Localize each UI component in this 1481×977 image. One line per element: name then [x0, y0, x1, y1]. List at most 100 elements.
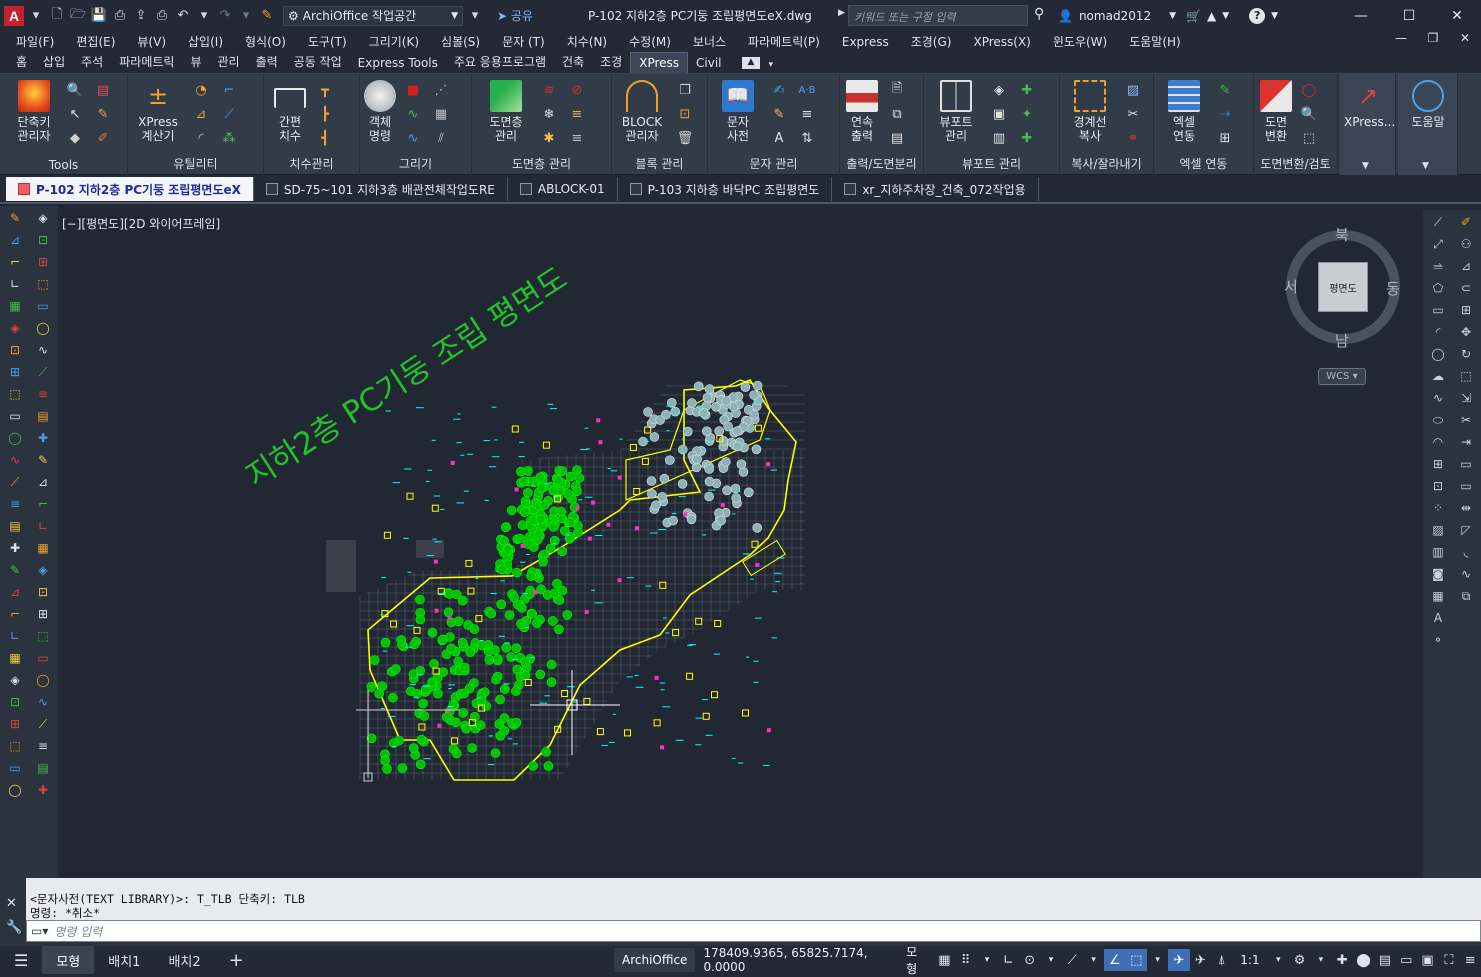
- layout-menu-icon[interactable]: ☰: [0, 946, 42, 974]
- split-page-icon[interactable]: ⧉: [886, 104, 908, 124]
- tab-express-tools[interactable]: Express Tools: [350, 53, 446, 73]
- autodesk-app-icon[interactable]: ▲: [1207, 9, 1216, 23]
- menu-bonus[interactable]: 보너스: [693, 33, 735, 50]
- left-a-tool-8-icon[interactable]: ⊞: [4, 362, 26, 382]
- tab-layout1[interactable]: 배치1: [94, 946, 154, 974]
- help-button[interactable]: 도움말: [1406, 80, 1450, 129]
- annotation-visibility-icon[interactable]: ✈: [1168, 949, 1190, 971]
- excel-edit-icon[interactable]: ✎: [1214, 80, 1236, 100]
- status-coordinates[interactable]: 178409.9365, 65825.7174, 0.0000: [695, 946, 898, 974]
- menu-symbol[interactable]: 심볼(S): [441, 33, 489, 50]
- menu-tools[interactable]: 도구(T): [308, 33, 356, 50]
- annotation-monitor-icon[interactable]: ✚: [1332, 949, 1353, 971]
- revcloud-icon[interactable]: ☁: [1427, 366, 1449, 386]
- left-a-tool-3-icon[interactable]: ⌐: [4, 252, 26, 272]
- menu-insert[interactable]: 삽입(I): [188, 33, 232, 50]
- left-a-tool-16-icon[interactable]: ✚: [4, 538, 26, 558]
- viewcube-north[interactable]: 북: [1335, 224, 1349, 245]
- hatch-icon[interactable]: ▨: [1427, 520, 1449, 540]
- measure-icon[interactable]: ⊿: [190, 104, 212, 124]
- trim-icon[interactable]: ✂: [1455, 410, 1477, 430]
- polyline-icon[interactable]: ⌐: [218, 80, 240, 100]
- explode-icon[interactable]: ⧉: [1455, 586, 1477, 606]
- ellipse-icon[interactable]: ⬭: [1427, 410, 1449, 430]
- hatch-icon[interactable]: ▦: [430, 104, 452, 124]
- menu-dimension[interactable]: 치수(N): [567, 33, 616, 50]
- user-account[interactable]: 👤 nomad2012 ▼ 🛒 ▲ ▼ ? ▼: [1058, 8, 1278, 24]
- left-b-tool-23-icon[interactable]: ∿: [32, 692, 54, 712]
- boundary-copy-button[interactable]: 경계선 복사: [1068, 80, 1112, 143]
- command-prompt-icon[interactable]: ▭▾: [31, 924, 48, 938]
- excel-export-icon[interactable]: ⇢: [1214, 104, 1236, 124]
- pencil-icon[interactable]: ✎: [92, 104, 114, 124]
- tab-landscape[interactable]: 조경: [592, 50, 630, 73]
- redo-icon[interactable]: ↷: [216, 7, 234, 25]
- drawing-convert-button[interactable]: 도면 변환: [1254, 80, 1298, 143]
- network-icon[interactable]: ⁂: [218, 128, 240, 148]
- file-tab-ablock[interactable]: ABLOCK-01: [508, 177, 618, 201]
- stretch-icon[interactable]: ⇲: [1455, 388, 1477, 408]
- mirror-icon[interactable]: ⊿: [1455, 256, 1477, 276]
- lock-ui-icon[interactable]: ▭: [1396, 949, 1417, 971]
- line-dim-icon[interactable]: ⟋: [218, 104, 240, 124]
- left-a-tool-1-icon[interactable]: ✎: [4, 208, 26, 228]
- layer-lock-icon[interactable]: ≡: [566, 104, 588, 124]
- tab-view[interactable]: 뷰: [182, 50, 209, 73]
- file-tab-p102[interactable]: P-102 지하2층 PC기둥 조립평면도eX: [6, 177, 254, 201]
- menu-format[interactable]: 형식(O): [245, 33, 295, 50]
- menu-text[interactable]: 문자 (T): [502, 33, 554, 50]
- line-icon[interactable]: ⟋: [1427, 212, 1449, 232]
- drawing-svg[interactable]: 지하2층 PC기둥 조립 평면도: [60, 210, 1421, 878]
- block-delete-icon[interactable]: 🗑: [674, 128, 696, 148]
- chevron-down-icon[interactable]: ▼: [1422, 161, 1429, 171]
- left-a-tool-10-icon[interactable]: ▭: [4, 406, 26, 426]
- dim-aligned-icon[interactable]: ┣: [314, 104, 336, 124]
- left-a-tool-5-icon[interactable]: ▦: [4, 296, 26, 316]
- customize-toolbar-icon[interactable]: ▾: [466, 7, 484, 25]
- chamfer-icon[interactable]: ◸: [1455, 520, 1477, 540]
- close-button[interactable]: ✕: [1433, 0, 1481, 31]
- block-edit-icon[interactable]: ⊡: [674, 104, 696, 124]
- status-app-name[interactable]: ArchiOffice: [614, 948, 696, 972]
- print-icon[interactable]: ⎙: [153, 7, 171, 25]
- left-b-tool-15-icon[interactable]: ∟: [32, 516, 54, 536]
- undo-dropdown-icon[interactable]: ▾: [195, 7, 213, 25]
- object-snap-tracking-icon[interactable]: ∠: [1104, 949, 1126, 971]
- left-b-tool-18-icon[interactable]: ⊡: [32, 582, 54, 602]
- left-a-tool-26-icon[interactable]: ▭: [4, 758, 26, 778]
- copy-icon[interactable]: ⚇: [1455, 234, 1477, 254]
- left-b-tool-25-icon[interactable]: ≡: [32, 736, 54, 756]
- customize-menu-icon[interactable]: ≡: [1460, 949, 1481, 971]
- left-a-tool-11-icon[interactable]: ◯: [4, 428, 26, 448]
- fullscreen-icon[interactable]: ⛶: [1438, 949, 1459, 971]
- left-b-tool-12-icon[interactable]: ✎: [32, 450, 54, 470]
- fillet-icon[interactable]: ◟: [1455, 542, 1477, 562]
- tab-parametric[interactable]: 파라메트릭: [111, 50, 182, 73]
- doc-minimize-button[interactable]: —: [1385, 31, 1417, 45]
- spline-icon[interactable]: ∿: [1427, 388, 1449, 408]
- maximize-button[interactable]: ☐: [1385, 0, 1433, 31]
- dim-linear-icon[interactable]: ┳: [314, 80, 336, 100]
- compare-icon[interactable]: ⬚: [1298, 128, 1320, 148]
- left-b-tool-7-icon[interactable]: ∿: [32, 340, 54, 360]
- chevron-down-icon[interactable]: ▼: [1362, 161, 1369, 171]
- left-a-tool-19-icon[interactable]: ⌐: [4, 604, 26, 624]
- layer-stack-icon[interactable]: ≋: [538, 80, 560, 100]
- tab-xpress[interactable]: XPress: [630, 52, 689, 73]
- tab-manage[interactable]: 관리: [209, 50, 247, 73]
- construction-line-icon[interactable]: ⤢: [1427, 234, 1449, 254]
- left-b-tool-4-icon[interactable]: ⬚: [32, 274, 54, 294]
- app-menu-button[interactable]: A: [4, 5, 24, 26]
- isodraft-icon[interactable]: ⟋: [1062, 949, 1083, 971]
- left-b-tool-20-icon[interactable]: ⬚: [32, 626, 54, 646]
- erase-icon[interactable]: ✐: [1455, 212, 1477, 232]
- left-a-tool-24-icon[interactable]: ⊞: [4, 714, 26, 734]
- left-a-tool-12-icon[interactable]: ∿: [4, 450, 26, 470]
- snap-icon[interactable]: ⠿: [955, 949, 976, 971]
- menu-xpress[interactable]: XPress(X): [973, 35, 1039, 49]
- tab-home[interactable]: 홈: [8, 50, 35, 73]
- annotation-scale-value[interactable]: 1:1: [1232, 953, 1267, 967]
- batch-print-button[interactable]: 연속 출력: [840, 80, 884, 143]
- array-icon[interactable]: ⊞: [1455, 300, 1477, 320]
- left-a-tool-17-icon[interactable]: ✎: [4, 560, 26, 580]
